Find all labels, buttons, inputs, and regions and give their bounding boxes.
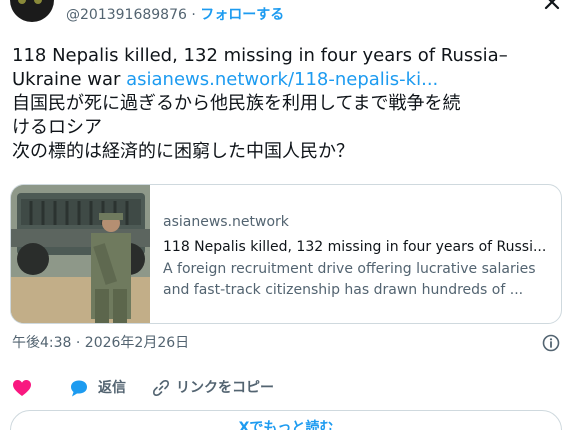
tweet-line: Ukraine war asianews.network/118-nepalis…	[12, 68, 564, 92]
info-icon[interactable]	[542, 334, 560, 352]
tweet-line: 自国民が死に過ぎるから他民族を利用してまで戦争を続	[12, 93, 461, 114]
author-handle[interactable]: @201391689876	[66, 7, 187, 23]
close-icon[interactable]	[542, 0, 562, 12]
reply-icon	[71, 380, 87, 397]
tweet-line: けるロシア	[12, 117, 102, 138]
copy-link-label: リンクをコピー	[176, 380, 274, 396]
read-more-button[interactable]: Xでもっと読む	[10, 410, 562, 430]
card-domain: asianews.network	[163, 214, 289, 230]
heart-icon[interactable]	[12, 379, 32, 397]
tweet-line: 次の標的は経済的に困窮した中国人民か？	[12, 141, 354, 162]
card-thumbnail-image[interactable]	[11, 185, 150, 323]
avatar[interactable]	[10, 0, 54, 22]
card-title: 118 Nepalis killed, 132 missing in four …	[163, 239, 547, 255]
reply-label: 返信	[98, 380, 126, 396]
link-preview-card[interactable]: asianews.network 118 Nepalis killed, 132…	[10, 184, 562, 324]
follow-button[interactable]: フォローする	[200, 7, 284, 23]
tweet-header: @201391689876 · フォローする	[0, 0, 576, 36]
separator-dot: ·	[191, 7, 196, 23]
card-body: asianews.network 118 Nepalis killed, 132…	[163, 213, 553, 301]
tweet-text: 118 Nepalis killed, 132 missing in four …	[12, 44, 564, 164]
link-icon	[153, 380, 169, 396]
tweet-link[interactable]: asianews.network/118-nepalis-ki...	[126, 69, 438, 90]
card-description: A foreign recruitment drive offering luc…	[163, 261, 536, 298]
tweet-line: 118 Nepalis killed, 132 missing in four …	[12, 45, 508, 66]
tweet-timestamp[interactable]: 午後4:38 · 2026年2月26日	[12, 334, 189, 352]
author-row: @201391689876 · フォローする	[66, 6, 284, 24]
tweet-text-fragment: Ukraine war	[12, 69, 127, 90]
